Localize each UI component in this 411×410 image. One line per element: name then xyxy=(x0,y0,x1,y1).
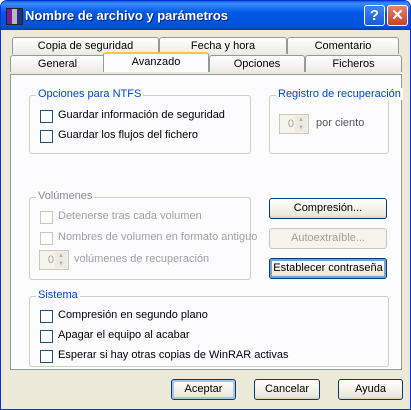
dialog-window: Nombre de archivo y parámetros ? ✕ Copia… xyxy=(0,0,411,410)
old-volume-names-checkbox xyxy=(40,232,53,245)
recovery-record-group: Registro de recuperación 0 ▲ ▼ por cient… xyxy=(269,88,403,154)
recovery-percent-spinner: 0 ▲ ▼ xyxy=(279,114,309,134)
tab-panel-avanzado: Opciones para NTFS Guardar información d… xyxy=(10,74,403,370)
cancel-button[interactable]: Cancelar xyxy=(254,379,320,400)
recovery-volumes-spinner: 0 ▲ ▼ xyxy=(39,250,69,270)
save-streams-checkbox[interactable] xyxy=(40,130,53,143)
recovery-record-title: Registro de recuperación xyxy=(276,88,403,100)
dialog-content: Copia de seguridad Fecha y hora Comentar… xyxy=(5,31,406,405)
wait-other-copies-checkbox[interactable] xyxy=(40,350,53,363)
save-streams-label[interactable]: Guardar los flujos del fichero xyxy=(58,129,198,141)
ok-button[interactable]: Aceptar xyxy=(171,379,236,400)
recovery-percent-unit: por ciento xyxy=(316,117,365,129)
save-security-label[interactable]: Guardar información de seguridad xyxy=(58,109,225,121)
recovery-volumes-label: volúmenes de recuperación xyxy=(74,253,210,265)
wait-other-copies-label[interactable]: Esperar si hay otras copias de WinRAR ac… xyxy=(58,349,288,361)
tab-comentario[interactable]: Comentario xyxy=(287,37,399,54)
old-volume-names-label: Nombres de volumen en formato antiguo xyxy=(58,231,258,243)
recovery-percent-value: 0 xyxy=(287,118,294,130)
ntfs-group-title: Opciones para NTFS xyxy=(36,88,144,100)
spin-down-icon: ▼ xyxy=(295,124,307,132)
background-compression-checkbox[interactable] xyxy=(40,310,53,323)
pause-each-volume-label: Detenerse tras cada volumen xyxy=(58,210,202,222)
ntfs-group: Opciones para NTFS Guardar información d… xyxy=(29,88,251,154)
close-icon[interactable]: ✕ xyxy=(387,5,408,26)
system-group: Sistema Compresión en segundo plano Apag… xyxy=(29,289,389,367)
pause-each-volume-checkbox xyxy=(40,211,53,224)
help-icon[interactable]: ? xyxy=(364,5,385,26)
winrar-icon xyxy=(6,8,23,25)
spinner-arrows: ▲ ▼ xyxy=(55,252,67,268)
volumes-group: Volúmenes Detenerse tras cada volumen No… xyxy=(29,190,257,280)
spinner-arrows: ▲ ▼ xyxy=(295,116,307,132)
background-compression-label[interactable]: Compresión en segundo plano xyxy=(58,309,208,321)
volumes-group-title: Volúmenes xyxy=(36,190,95,202)
window-title: Nombre de archivo y parámetros xyxy=(25,8,229,23)
compression-button[interactable]: Compresión... xyxy=(269,198,387,219)
spin-down-icon: ▼ xyxy=(55,260,67,268)
help-button[interactable]: Ayuda xyxy=(338,379,403,400)
recovery-volumes-value: 0 xyxy=(47,254,54,266)
tab-ficheros[interactable]: Ficheros xyxy=(305,55,402,72)
set-password-button[interactable]: Establecer contraseña xyxy=(269,258,387,279)
spin-up-icon: ▲ xyxy=(295,116,307,124)
tab-opciones[interactable]: Opciones xyxy=(209,55,305,72)
shutdown-when-done-checkbox[interactable] xyxy=(40,330,53,343)
shutdown-when-done-label[interactable]: Apagar el equipo al acabar xyxy=(58,329,189,341)
sfx-button: Autoextraíble... xyxy=(269,228,387,249)
tab-avanzado[interactable]: Avanzado xyxy=(103,52,209,72)
spin-up-icon: ▲ xyxy=(55,252,67,260)
system-group-title: Sistema xyxy=(36,289,80,301)
tab-general[interactable]: General xyxy=(10,55,105,72)
save-security-checkbox[interactable] xyxy=(40,110,53,123)
title-bar[interactable]: Nombre de archivo y parámetros ? ✕ xyxy=(1,1,410,30)
